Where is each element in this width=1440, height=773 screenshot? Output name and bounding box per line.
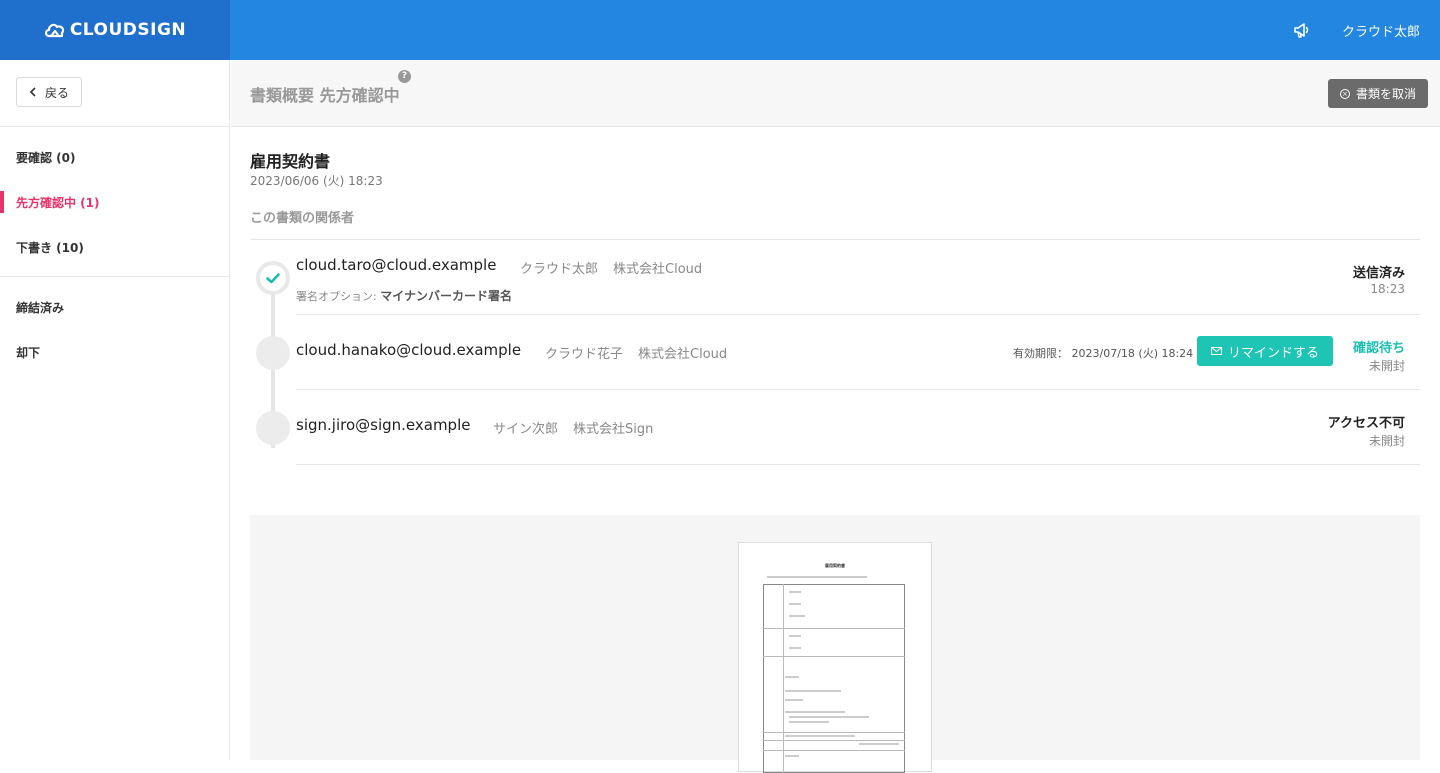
paper-text-line xyxy=(767,576,867,578)
paper-text-line xyxy=(789,603,801,605)
page-title: 書類概要 先方確認中 xyxy=(250,86,400,105)
sidebar-item-needs-confirmation[interactable]: 要確認 (0) xyxy=(0,135,229,180)
paper-table-row xyxy=(763,750,905,751)
paper-table-row xyxy=(763,740,905,741)
sign-option: 署名オプション: マイナンバーカード署名 xyxy=(296,287,512,304)
sidebar-nav-secondary: 締結済み 却下 xyxy=(0,277,229,375)
party-status-circle xyxy=(256,411,290,445)
remind-button[interactable]: リマインドする xyxy=(1197,336,1334,366)
sidebar-item-label: 却下 xyxy=(16,346,41,360)
paper-text-line xyxy=(789,591,801,593)
logo-text: CLOUDSIGN xyxy=(69,20,187,40)
logo-area[interactable]: CLOUDSIGN xyxy=(0,0,230,60)
chevron-left-icon xyxy=(29,87,36,97)
paper-text-line xyxy=(785,755,799,757)
sidebar-item-label: 先方確認中 (1) xyxy=(16,196,100,210)
paper-table-row xyxy=(763,628,905,629)
party-status: 送信済み 18:23 xyxy=(1353,262,1405,296)
party-company: 株式会社Sign xyxy=(573,422,654,437)
paper-text-line xyxy=(785,676,799,678)
mail-icon xyxy=(1211,347,1222,355)
paper-table-column xyxy=(783,584,784,773)
paper-table-row xyxy=(763,656,905,657)
party-name: クラウド花子 xyxy=(545,347,624,362)
paper-text-line xyxy=(789,721,829,723)
sidebar-item-drafts[interactable]: 下書き (10) xyxy=(0,225,229,270)
check-icon xyxy=(266,272,280,283)
back-area: 戻る xyxy=(0,60,229,127)
expiry-date: 有効期限： 2023/07/18 (火) 18:24 xyxy=(1013,345,1193,361)
sidebar-item-concluded[interactable]: 締結済み xyxy=(0,285,229,330)
paper-text-line xyxy=(785,735,855,737)
expiry-label: 有効期限： xyxy=(1013,347,1068,360)
party-status-main: 送信済み xyxy=(1352,266,1405,281)
party-email: cloud.taro@cloud.example xyxy=(296,256,497,274)
party-name: サイン次郎 xyxy=(493,422,559,437)
sign-option-value: マイナンバーカード署名 xyxy=(380,289,512,303)
cloud-logo-icon xyxy=(44,23,64,38)
paper-text-line xyxy=(785,711,845,713)
party-status: 確認待ち 未開封 xyxy=(1353,337,1405,374)
logo: CLOUDSIGN xyxy=(44,20,186,40)
paper-title: 雇用契約書 xyxy=(825,563,845,568)
paper-text-line xyxy=(789,615,805,617)
remind-label: リマインドする xyxy=(1228,345,1320,361)
party-status-sub: 18:23 xyxy=(1370,282,1405,296)
party-status-sub: 未開封 xyxy=(1368,434,1405,448)
party-company: 株式会社Cloud xyxy=(613,262,703,277)
sidebar-item-awaiting-counterparty[interactable]: 先方確認中 (1) xyxy=(0,180,229,225)
paper-text-line xyxy=(785,690,841,692)
paper-text-line xyxy=(789,647,801,649)
party-status-main: 確認待ち xyxy=(1352,341,1405,356)
party-email: cloud.hanako@cloud.example xyxy=(296,341,522,359)
sign-option-label: 署名オプション: xyxy=(296,290,377,303)
sidebar-item-rejected[interactable]: 却下 xyxy=(0,330,229,375)
sidebar: 戻る 要確認 (0) 先方確認中 (1) 下書き (10) 締結済み 却下 xyxy=(0,60,230,760)
party-row: cloud.taro@cloud.example クラウド太郎 株式会社Clou… xyxy=(256,240,1420,315)
top-bar: CLOUDSIGN クラウド太郎 xyxy=(0,0,1440,60)
sidebar-item-label: 要確認 (0) xyxy=(16,151,76,165)
parties-section-label: この書類の関係者 xyxy=(250,211,355,226)
party-status-sub: 未開封 xyxy=(1368,359,1405,373)
party-name: クラウド太郎 xyxy=(520,262,599,277)
paper-table-row xyxy=(763,732,905,733)
sidebar-item-label: 締結済み xyxy=(16,301,65,315)
back-button[interactable]: 戻る xyxy=(16,77,83,107)
megaphone-icon[interactable] xyxy=(1292,20,1312,40)
user-name[interactable]: クラウド太郎 xyxy=(1342,21,1420,40)
document-page-thumbnail[interactable]: 雇用契約書 xyxy=(738,542,932,773)
document-date: 2023/06/06 (火) 18:23 xyxy=(250,174,383,188)
sidebar-nav-primary: 要確認 (0) 先方確認中 (1) 下書き (10) xyxy=(0,127,229,277)
party-email: sign.jiro@sign.example xyxy=(296,416,471,434)
party-row: cloud.hanako@cloud.example クラウド花子 株式会社Cl… xyxy=(256,315,1420,390)
help-icon[interactable]: ? xyxy=(398,70,411,83)
paper-text-line xyxy=(785,699,803,701)
sidebar-item-label: 下書き (10) xyxy=(16,241,84,255)
document-title: 雇用契約書 xyxy=(250,152,331,171)
party-row: sign.jiro@sign.example サイン次郎 株式会社Sign アク… xyxy=(256,390,1420,465)
page-header: 書類概要 先方確認中 ? × 書類を取消 xyxy=(231,60,1440,127)
paper-text-line xyxy=(859,743,899,745)
paper-text-line xyxy=(789,716,869,718)
party-company: 株式会社Cloud xyxy=(638,347,728,362)
party-status-circle xyxy=(256,336,290,370)
paper-text-line xyxy=(789,635,801,637)
party-status: アクセス不可 未開封 xyxy=(1328,412,1405,449)
top-right-area: クラウド太郎 xyxy=(1292,0,1420,60)
back-label: 戻る xyxy=(45,85,70,100)
close-circle-icon: × xyxy=(1339,88,1350,99)
document-preview: 雇用契約書 xyxy=(250,515,1420,773)
cancel-document-label: 書類を取消 xyxy=(1355,87,1416,101)
cancel-document-button[interactable]: × 書類を取消 xyxy=(1327,79,1428,108)
party-status-main: アクセス不可 xyxy=(1327,416,1405,431)
main-content: 書類概要 先方確認中 ? × 書類を取消 雇用契約書 2023/06/06 (火… xyxy=(231,60,1440,773)
expiry-value: 2023/07/18 (火) 18:24 xyxy=(1071,347,1194,360)
party-status-circle xyxy=(256,261,290,295)
